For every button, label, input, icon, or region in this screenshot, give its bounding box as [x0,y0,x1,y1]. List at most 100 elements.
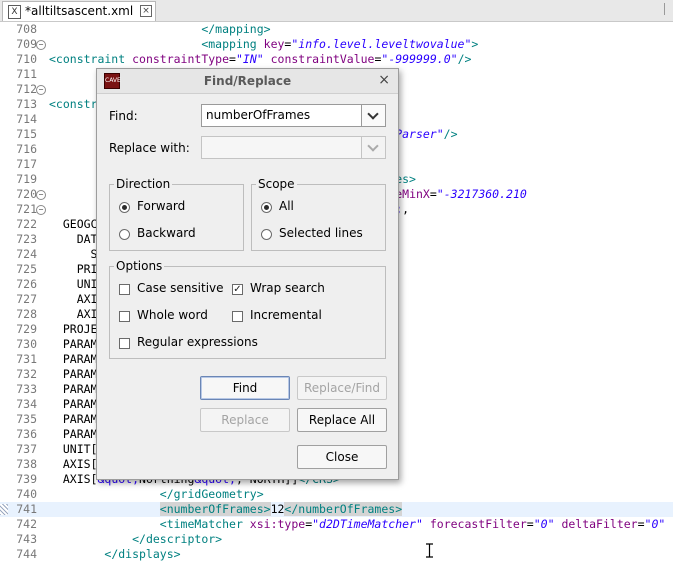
code-token: <mapping [201,37,264,51]
line-number: 740 [16,487,37,501]
code-token: PARAM [49,412,98,426]
wrap-search-label[interactable]: Wrap search [250,281,325,295]
line-number: 714 [16,112,37,126]
all-radio[interactable] [261,202,272,213]
replace-combo[interactable] [201,136,386,159]
line-number: 708 [16,22,37,36]
line-code: PARAM [49,367,98,382]
dialog-titlebar[interactable]: CAVE Find/Replace × [97,69,398,94]
line-code: <mapping key="info.level.leveltwovalue"> [49,37,478,52]
case-sensitive-checkbox[interactable] [119,284,130,295]
replace-all-button[interactable]: Replace All [297,408,387,432]
code-token: <constr [49,97,98,111]
all-label[interactable]: All [279,199,294,213]
find-button[interactable]: Find [200,376,290,400]
close-icon[interactable]: × [378,73,390,87]
editor-line[interactable]: 710 <constraint constraintType="IN" const… [0,52,673,67]
find-input[interactable]: numberOfFrames [206,108,310,122]
replace-find-button[interactable]: Replace/Find [297,376,387,400]
dialog-title: Find/Replace [203,74,292,88]
incremental-checkbox[interactable] [232,311,243,322]
code-token: </gridGeometry> [159,487,264,501]
close-button[interactable]: Close [297,445,387,469]
whole-word-checkbox[interactable] [119,311,130,322]
editor-tab[interactable]: X *alltiltsascent.xml × [2,1,156,21]
code-token: = [637,517,645,531]
regular-expressions-label[interactable]: Regular expressions [137,335,258,349]
editor-line[interactable]: 744 </displays> [0,547,673,562]
editor-line[interactable]: 708 </mapping> [0,22,673,37]
editor-tab-bar: X *alltiltsascent.xml × [0,0,673,22]
editor-line[interactable]: 740 </gridGeometry> [0,487,673,502]
current-line-marker [0,504,8,515]
line-number: 726 [16,277,37,291]
options-title: Options [114,259,165,273]
line-number: 743 [16,532,37,546]
fold-toggle-icon[interactable]: − [36,40,46,50]
line-number: 722 [16,217,37,231]
selected-lines-label[interactable]: Selected lines [279,226,363,240]
editor-line[interactable]: 743 </descriptor> [0,532,673,547]
find-combo[interactable]: numberOfFrames [201,104,386,127]
fold-toggle-icon[interactable]: − [36,85,46,95]
line-number: 709 [16,37,37,51]
line-code: PARAM [49,412,98,427]
case-sensitive-label[interactable]: Case sensitive [137,281,224,295]
line-number: 725 [16,262,37,276]
line-code: <constraint constraintType="IN" constrai… [49,52,471,67]
line-code: PRI [49,262,98,277]
matched-tag: </numberOfFrames> [284,502,403,516]
incremental-label[interactable]: Incremental [250,308,322,322]
chevron-down-icon [367,108,379,120]
line-code: GEOGC [49,217,98,232]
code-token: </displays> [104,547,181,561]
code-token: /> [443,127,458,141]
code-token: "IN" [235,52,264,66]
code-token: </mapping> [201,22,271,36]
find-replace-dialog: CAVE Find/Replace × Find: numberOfFrames… [96,68,399,480]
replace-button[interactable]: Replace [200,408,290,432]
code-token: "info.level.leveltwovalue" [291,37,472,51]
backward-label[interactable]: Backward [137,226,196,240]
line-number: 721 [16,202,37,216]
whole-word-label[interactable]: Whole word [137,308,208,322]
code-token: = [229,52,236,66]
fold-toggle-icon[interactable]: − [36,190,46,200]
code-token: PARAM [49,367,98,381]
code-token: AXI [49,292,98,306]
backward-radio[interactable] [119,229,130,240]
line-number: 744 [16,547,37,561]
forward-label[interactable]: Forward [137,199,185,213]
fold-toggle-icon[interactable]: − [36,205,46,215]
line-number: 741 [16,502,37,516]
direction-group: Direction Forward Backward [109,177,244,251]
forward-radio[interactable] [119,202,130,213]
regular-expressions-checkbox[interactable] [119,338,130,349]
line-number: 715 [16,127,37,141]
line-number: 733 [16,382,37,396]
code-token: UNI [49,277,98,291]
line-code: <numberOfFrames>12</numberOfFrames> [49,502,403,517]
editor-line[interactable]: 742 <timeMatcher xsi:type = "d2DTimeMatche… [0,517,673,532]
editor-line[interactable]: 741 <numberOfFrames>12</numberOfFrames> [0,502,673,517]
replace-history-dropdown[interactable] [361,137,385,158]
code-token: PROJE [49,322,98,336]
scope-group: Scope All Selected lines [251,177,386,251]
options-group: Options Case sensitive ✓ Wrap search Who… [109,259,386,359]
line-number: 731 [16,352,37,366]
code-token: UNIT[ [49,442,98,456]
wrap-search-checkbox[interactable]: ✓ [232,284,243,295]
line-number: 732 [16,367,37,381]
close-icon[interactable]: × [140,5,152,17]
find-history-dropdown[interactable] [361,105,385,126]
selected-lines-radio[interactable] [261,229,272,240]
line-number: 734 [16,397,37,411]
code-token: PARAM [49,352,98,366]
editor-line[interactable]: 709− <mapping key="info.level.leveltwova… [0,37,673,52]
line-number: 735 [16,412,37,426]
code-token: AXI [49,307,98,321]
